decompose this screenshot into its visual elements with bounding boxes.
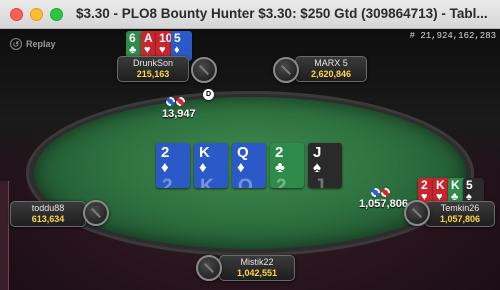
seat-temkin26[interactable]: Temkin26 1,057,806 xyxy=(425,201,495,227)
minimize-window-button[interactable] xyxy=(30,8,43,21)
card-suit: ♦ xyxy=(161,159,169,176)
window-title: $3.30 - PLO8 Bounty Hunter $3.30: $250 G… xyxy=(76,6,488,21)
avatar-icon xyxy=(412,208,422,218)
chip-icon xyxy=(176,97,185,106)
avatar-icon xyxy=(204,263,214,273)
chip-icon xyxy=(381,188,390,197)
playing-card: 2 ♣ 2 xyxy=(270,143,304,188)
player-name: Temkin26 xyxy=(440,203,480,213)
playing-card: Q ♦ Q xyxy=(232,143,266,188)
close-window-button[interactable] xyxy=(10,8,23,21)
card-suit: ♦ xyxy=(237,159,245,176)
zoom-window-button[interactable] xyxy=(50,8,63,21)
card-rank: K xyxy=(436,178,445,192)
avatar-icon xyxy=(199,65,209,75)
poker-table-area: ↺ Replay # 21,924,162,283 6 ♣ A ♥ 10 ♥ 5 ♦ 2 ♥ K ♥… xyxy=(0,29,500,290)
card-rank: A xyxy=(144,31,153,45)
card-suit: ♣ xyxy=(275,159,285,176)
card-rank-shadow: Q xyxy=(238,176,253,188)
dealer-button: D xyxy=(203,89,214,100)
card-rank: 5 xyxy=(466,178,473,192)
avatar-icon xyxy=(91,208,101,218)
avatar-toddu88[interactable] xyxy=(83,200,109,226)
replay-icon: ↺ xyxy=(10,38,22,50)
card-rank: 6 xyxy=(129,31,136,45)
seat-mistik22[interactable]: Mistik22 1,042,551 xyxy=(219,255,295,281)
bet-amount-right: 1,057,806 xyxy=(359,198,408,210)
card-rank-shadow: K xyxy=(200,176,214,188)
seat-drunkson[interactable]: DrunkSon 215,163 xyxy=(117,56,189,82)
replay-button[interactable]: ↺ Replay xyxy=(10,38,56,50)
window-titlebar: $3.30 - PLO8 Bounty Hunter $3.30: $250 G… xyxy=(0,0,500,29)
playing-card: K ♦ K xyxy=(194,143,228,188)
playing-card: J ♠ J xyxy=(308,143,342,188)
player-name: DrunkSon xyxy=(132,58,174,68)
card-suit: ♦ xyxy=(174,44,180,56)
player-stack: 1,057,806 xyxy=(439,214,481,224)
avatar-icon xyxy=(281,65,291,75)
card-rank: 5 xyxy=(174,31,181,45)
card-rank: K xyxy=(451,178,460,192)
card-rank-shadow: J xyxy=(314,176,325,188)
card-suit: ♠ xyxy=(313,159,321,176)
player-name: MARX 5 xyxy=(314,58,348,68)
hand-id: # 21,924,162,283 xyxy=(409,31,496,41)
card-suit: ♦ xyxy=(199,159,207,176)
seat-toddu88[interactable]: toddu88 613,634 xyxy=(10,201,86,227)
player-stack: 613,634 xyxy=(31,214,65,224)
avatar-drunkson[interactable] xyxy=(191,57,217,83)
playing-card: 2 ♦ 2 xyxy=(156,143,190,188)
bet-chips-right xyxy=(371,188,390,197)
player-name: Mistik22 xyxy=(240,257,274,267)
chip-icon xyxy=(166,97,175,106)
player-stack: 2,620,846 xyxy=(310,69,352,79)
card-rank: 2 xyxy=(421,178,428,192)
side-panel-edge xyxy=(0,181,9,290)
replay-label: Replay xyxy=(26,39,56,49)
avatar-temkin26[interactable] xyxy=(404,200,430,226)
player-stack: 215,163 xyxy=(136,69,170,79)
card-rank-shadow: 2 xyxy=(162,176,173,188)
chip-icon xyxy=(371,188,380,197)
avatar-marx5[interactable] xyxy=(273,57,299,83)
bet-amount-top: 13,947 xyxy=(162,108,196,120)
card-rank-shadow: 2 xyxy=(276,176,287,188)
player-stack: 1,042,551 xyxy=(236,268,278,278)
avatar-mistik22[interactable] xyxy=(196,255,222,281)
seat-marx5[interactable]: MARX 5 2,620,846 xyxy=(295,56,367,82)
bet-chips-top xyxy=(166,97,185,106)
player-name: toddu88 xyxy=(31,203,65,213)
